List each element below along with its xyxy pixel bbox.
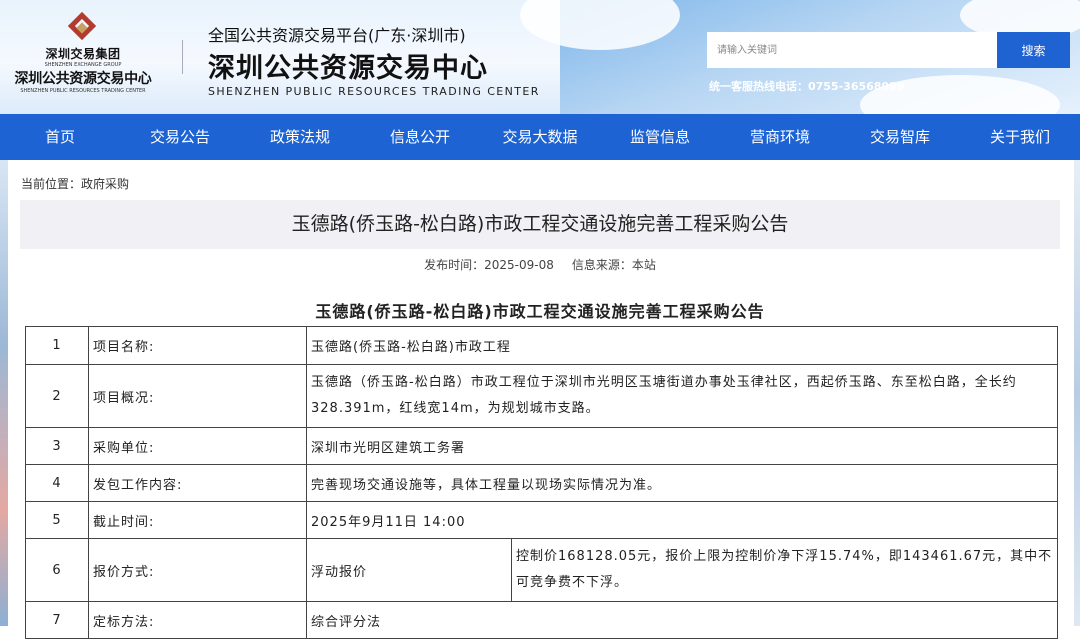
- nav-item-policies[interactable]: 政策法规: [240, 114, 360, 160]
- table-row: 3 采购单位: 深圳市光明区建筑工务署: [25, 427, 1058, 465]
- row-label: 发包工作内容:: [88, 464, 307, 502]
- row-label: 项目概况:: [88, 364, 307, 428]
- row-value: 完善现场交通设施等，具体工程量以现场实际情况为准。: [306, 464, 1058, 502]
- group-name: 深圳交易集团: [45, 47, 121, 61]
- nav-item-think-tank[interactable]: 交易智库: [840, 114, 960, 160]
- project-info-table: 1 项目名称: 玉德路(侨玉路-松白路)市政工程 2 项目概况: 玉德路（侨玉路…: [25, 326, 1058, 639]
- nav-item-big-data[interactable]: 交易大数据: [480, 114, 600, 160]
- row-number: 2: [25, 364, 89, 428]
- platform-name-en: SHENZHEN PUBLIC RESOURCES TRADING CENTER: [208, 85, 540, 98]
- row-number: 5: [25, 501, 89, 539]
- site-logo[interactable]: 深圳交易集团 SHENZHEN EXCHANGE GROUP 深圳公共资源交易中…: [8, 11, 158, 94]
- row-value: 综合评分法: [306, 601, 1058, 639]
- table-row: 2 项目概况: 玉德路（侨玉路-松白路）市政工程位于深圳市光明区玉塘街道办事处玉…: [25, 364, 1058, 428]
- table-row: 7 定标方法: 综合评分法: [25, 601, 1058, 639]
- platform-title: 全国公共资源交易平台(广东·深圳市): [208, 26, 466, 45]
- info-source: 信息来源：本站: [571, 258, 656, 272]
- platform-name: 深圳公共资源交易中心: [208, 53, 488, 84]
- search-button[interactable]: 搜索: [997, 32, 1070, 68]
- table-row: 6 报价方式: 浮动报价 控制价168128.05元，报价上限为控制价净下浮15…: [25, 538, 1058, 602]
- nav-item-trade-notices[interactable]: 交易公告: [120, 114, 240, 160]
- row-value: 浮动报价: [306, 538, 512, 602]
- table-row: 5 截止时间: 2025年9月11日 14:00: [25, 501, 1058, 539]
- site-header: 深圳交易集团 SHENZHEN EXCHANGE GROUP 深圳公共资源交易中…: [0, 0, 1080, 114]
- row-value: 玉德路（侨玉路-松白路）市政工程位于深圳市光明区玉塘街道办事处玉律社区，西起侨玉…: [306, 364, 1058, 428]
- row-number: 3: [25, 427, 89, 465]
- center-name-en: SHENZHEN PUBLIC RESOURCES TRADING CENTER: [20, 88, 146, 94]
- row-value: 玉德路(侨玉路-松白路)市政工程: [306, 326, 1058, 365]
- nav-item-business-env[interactable]: 营商环境: [720, 114, 840, 160]
- row-value: 深圳市光明区建筑工务署: [306, 427, 1058, 465]
- service-hotline: 统一客服热线电话：0755-36568999: [709, 80, 905, 93]
- row-label: 采购单位:: [88, 427, 307, 465]
- table-row: 4 发包工作内容: 完善现场交通设施等，具体工程量以现场实际情况为准。: [25, 464, 1058, 502]
- center-name: 深圳公共资源交易中心: [14, 71, 152, 87]
- article-title: 玉德路(侨玉路-松白路)市政工程交通设施完善工程采购公告: [20, 200, 1060, 249]
- breadcrumb: 当前位置：政府采购: [21, 177, 130, 191]
- row-number: 7: [25, 601, 89, 639]
- nav-item-supervision[interactable]: 监管信息: [600, 114, 720, 160]
- article-subtitle: 玉德路(侨玉路-松白路)市政工程交通设施完善工程采购公告: [315, 302, 765, 321]
- row-number: 4: [25, 464, 89, 502]
- header-divider: [182, 40, 183, 74]
- row-value: 2025年9月11日 14:00: [306, 501, 1058, 539]
- row-number: 1: [25, 326, 89, 365]
- nav-item-about[interactable]: 关于我们: [960, 114, 1080, 160]
- nav-item-disclosure[interactable]: 信息公开: [360, 114, 480, 160]
- article-meta: 发布时间：2025-09-08 信息来源：本站: [0, 256, 1080, 273]
- table-row: 1 项目名称: 玉德路(侨玉路-松白路)市政工程: [25, 326, 1058, 365]
- right-background-strip: [1074, 160, 1080, 626]
- exchange-group-logo-icon: [67, 11, 98, 44]
- row-label: 截止时间:: [88, 501, 307, 539]
- row-label: 定标方法:: [88, 601, 307, 639]
- row-extra-value: 控制价168128.05元，报价上限为控制价净下浮15.74%，即143461.…: [511, 538, 1058, 602]
- nav-item-home[interactable]: 首页: [0, 114, 120, 160]
- platform-title-block: 全国公共资源交易平台(广东·深圳市) 深圳公共资源交易中心 SHENZHEN P…: [208, 22, 540, 98]
- row-label: 项目名称:: [88, 326, 307, 365]
- left-background-strip: [0, 160, 8, 626]
- row-label: 报价方式:: [88, 538, 307, 602]
- main-nav: 首页 交易公告 政策法规 信息公开 交易大数据 监管信息 营商环境 交易智库 关…: [0, 114, 1080, 160]
- search-input[interactable]: [707, 32, 997, 68]
- publish-time: 发布时间：2025-09-08: [424, 258, 554, 272]
- row-number: 6: [25, 538, 89, 602]
